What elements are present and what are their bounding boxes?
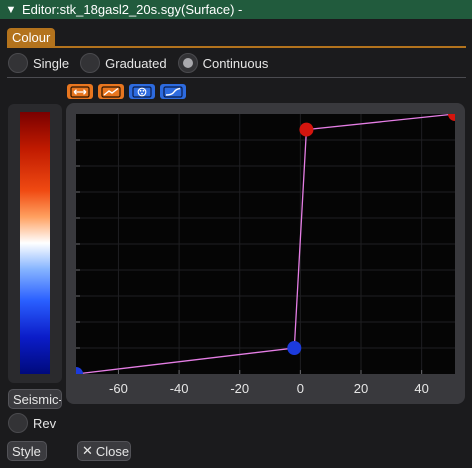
x-tick-label: -40 — [170, 381, 189, 396]
x-tick-label: 0 — [297, 381, 304, 396]
radio-label: Graduated — [105, 55, 167, 71]
radio-continuous[interactable]: Continuous — [177, 53, 269, 73]
radio-circle-icon[interactable] — [8, 53, 28, 73]
reverse-toggle[interactable]: Rev — [8, 413, 56, 433]
x-tick-label: -60 — [109, 381, 128, 396]
mode-radio-group: Single Graduated Continuous — [8, 52, 279, 74]
transfer-function-chart[interactable]: -60 -40 -20 0 20 40 — [66, 103, 465, 404]
range-arrows-icon — [70, 85, 90, 98]
colorbar-select[interactable]: Seismic- — [8, 389, 62, 409]
style-button[interactable]: Style — [7, 441, 47, 461]
palette-button[interactable] — [129, 84, 155, 99]
curve-chart-icon — [163, 85, 183, 98]
radio-single[interactable]: Single — [8, 53, 69, 73]
chart-toolbar — [67, 84, 191, 100]
colorbar-frame — [8, 104, 62, 383]
curve-control-point[interactable] — [287, 341, 302, 355]
tab-underline — [7, 46, 466, 48]
x-tick-label: -20 — [230, 381, 249, 396]
tab-colour[interactable]: Colour — [7, 28, 56, 47]
radio-graduated[interactable]: Graduated — [80, 53, 167, 73]
reverse-label: Rev — [33, 415, 57, 431]
radio-circle-selected-icon[interactable] — [177, 53, 198, 73]
curve-end-point — [448, 114, 455, 121]
line-chart-button[interactable] — [98, 84, 124, 99]
close-button[interactable]: ✕ Close — [77, 441, 131, 461]
collapse-triangle-icon[interactable]: ▼ — [0, 4, 22, 16]
line-chart-icon — [101, 85, 121, 98]
palette-icon — [132, 85, 152, 98]
curve-end-point — [76, 367, 83, 374]
radio-circle-icon[interactable] — [80, 53, 101, 73]
colorbar-gradient — [20, 112, 50, 374]
range-arrows-button[interactable] — [67, 84, 93, 99]
chart-canvas[interactable]: -60 -40 -20 0 20 40 — [66, 103, 465, 404]
reverse-checkbox-icon[interactable] — [8, 413, 28, 433]
radio-label: Continuous — [202, 55, 269, 71]
separator — [7, 77, 466, 78]
close-icon: ✕ — [82, 443, 93, 458]
x-tick-label: 20 — [354, 381, 368, 396]
curve-chart-button[interactable] — [160, 84, 186, 99]
title-bar[interactable]: ▼ Editor:stk_18gasl2_20s.sgy(Surface) - — [0, 0, 472, 19]
window-title: Editor:stk_18gasl2_20s.sgy(Surface) - — [22, 2, 243, 17]
radio-label: Single — [33, 55, 70, 71]
curve-control-point[interactable] — [299, 122, 314, 137]
close-label: Close — [95, 443, 130, 459]
x-tick-label: 40 — [414, 381, 428, 396]
